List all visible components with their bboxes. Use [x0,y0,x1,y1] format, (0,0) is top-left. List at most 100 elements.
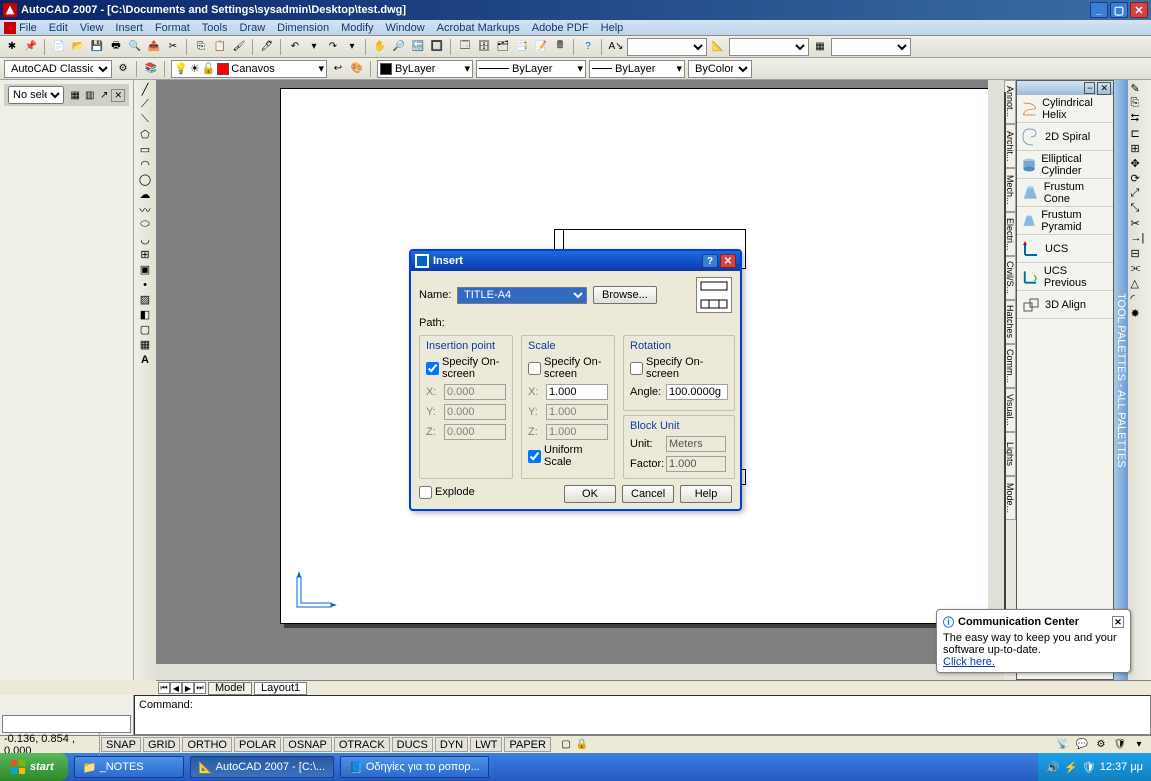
ellipse-arc-icon[interactable]: ◡ [136,232,154,247]
menu-tools[interactable]: Tools [202,22,228,34]
dim-style-icon[interactable]: 📐 [710,39,726,55]
sheet-set-icon[interactable]: 📑 [514,39,530,55]
tray-clock[interactable]: 12:37 μμ [1100,761,1143,773]
vtab-comm[interactable]: Comm... [1004,344,1016,388]
task-word[interactable]: 📘 Οδηγίες για το ροπορ... [340,756,489,778]
vtab-civil[interactable]: Civil/S... [1004,256,1016,300]
text-style-combo[interactable] [627,38,707,56]
palette-item-3dalign[interactable]: 3D Align [1017,291,1113,319]
insert-block-icon[interactable]: ⊞ [136,247,154,262]
table-style-icon[interactable]: ▦ [812,39,828,55]
vtab-electri[interactable]: Electri... [1004,212,1016,256]
mtext-icon[interactable]: A [136,352,154,367]
layer-combo[interactable]: 💡 ☀ 🔓 Canavos ▾ [171,60,327,78]
palette-item-ucs[interactable]: UCS [1017,235,1113,263]
zoom-prev-icon[interactable]: 🔙 [410,39,426,55]
cut-icon[interactable]: ✂ [165,39,181,55]
brush-icon[interactable]: 🖊 [259,39,275,55]
dialog-titlebar[interactable]: Insert ? ✕ [411,251,740,271]
revcloud-icon[interactable]: ☁ [136,187,154,202]
palette-item-cone[interactable]: Frustum Cone [1017,179,1113,207]
status-dyn[interactable]: DYN [435,737,468,752]
dropdown2-icon[interactable]: ▾ [344,39,360,55]
panel-close-icon[interactable]: ✕ [111,89,125,102]
vtab-mech[interactable]: Mech... [1004,168,1016,212]
hatch-icon[interactable]: ▨ [136,292,154,307]
vtab-visual[interactable]: Visual... [1004,388,1016,432]
break-icon[interactable]: ⊟ [1131,247,1149,262]
vtab-annot[interactable]: Annot... [1004,80,1016,124]
customize-icon[interactable]: ✱ [4,39,20,55]
table-icon[interactable]: ▦ [136,337,154,352]
palette-close-icon[interactable]: ✕ [1097,82,1111,95]
stretch-icon[interactable]: ⤡ [1131,202,1149,217]
match-props-icon[interactable]: 🖌 [231,39,247,55]
tray-comm-icon[interactable]: 📡 [1055,737,1071,753]
layout-last-icon[interactable]: ⏭ [194,682,206,694]
vertical-scrollbar[interactable] [988,80,1004,680]
copy-obj-icon[interactable]: ⎘ [1131,97,1149,112]
explode-checkbox[interactable] [419,486,432,499]
vtab-hatches[interactable]: Hatches [1004,300,1016,344]
dropdown-icon[interactable]: ▾ [306,39,322,55]
pan-icon[interactable]: ✋ [372,39,388,55]
start-button[interactable]: start [0,753,68,781]
circle-icon[interactable]: ◯ [136,172,154,187]
scale-x-input[interactable] [546,384,608,400]
task-notes[interactable]: 📁 _NOTES [74,756,184,778]
selection-combo[interactable]: No selection [8,86,64,104]
quick-select-icon[interactable]: ▦ [68,87,82,103]
window-maximize-button[interactable]: ▢ [1110,2,1128,18]
status-ducs[interactable]: DUCS [392,737,433,752]
palette-title-bar[interactable]: TOOL PALETTES - ALL PALETTES [1114,80,1128,680]
cc-close-button[interactable]: ✕ [1112,616,1124,628]
make-block-icon[interactable]: ▣ [136,262,154,277]
select-objects-icon[interactable]: ▥ [82,87,96,103]
markup-icon[interactable]: 📝 [533,39,549,55]
undo-icon[interactable]: ↶ [287,39,303,55]
uniform-scale-checkbox[interactable] [528,450,541,463]
palette-autohide-icon[interactable]: − [1084,82,1095,94]
color-combo[interactable]: ByLayer▾ [377,60,473,78]
toggle-pickadd-icon[interactable]: ↗ [97,87,111,103]
table-style-combo[interactable] [831,38,911,56]
status-otrack[interactable]: OTRACK [334,737,390,752]
move-icon[interactable]: ✥ [1131,157,1149,172]
layout-first-icon[interactable]: ⏮ [158,682,170,694]
xline-icon[interactable]: ⟋ [136,97,154,112]
angle-input[interactable] [666,384,728,400]
menu-view[interactable]: View [80,22,104,34]
spline-icon[interactable]: 〰 [136,202,154,217]
line-icon[interactable]: ╱ [136,82,154,97]
redo-icon[interactable]: ↷ [325,39,341,55]
menu-dimension[interactable]: Dimension [277,22,329,34]
rot-specify-checkbox[interactable] [630,362,643,375]
scale-specify-checkbox[interactable] [528,362,541,375]
zoom-window-icon[interactable]: 🔲 [429,39,445,55]
copy-icon[interactable]: ⎘ [193,39,209,55]
menu-draw[interactable]: Draw [239,22,265,34]
palette-item-helix[interactable]: Cylindrical Helix [1017,95,1113,123]
print-preview-icon[interactable]: 🔍 [127,39,143,55]
tray-balloon-icon[interactable]: 💬 [1074,737,1090,753]
vtab-archit[interactable]: Archit... [1004,124,1016,168]
browse-button[interactable]: Browse... [593,286,657,304]
status-lwt[interactable]: LWT [470,737,502,752]
print-icon[interactable]: 🖶 [108,39,124,55]
status-ortho[interactable]: ORTHO [182,737,232,752]
status-osnap[interactable]: OSNAP [283,737,332,752]
cancel-button[interactable]: Cancel [622,485,674,503]
zoom-realtime-icon[interactable]: 🔎 [391,39,407,55]
vtab-mode[interactable]: Mode... [1004,476,1016,520]
menu-adobepdf[interactable]: Adobe PDF [532,22,589,34]
tray-icon-3[interactable]: 🛡 [1082,761,1096,774]
scale-icon[interactable]: ⤢ [1131,187,1149,202]
help-button[interactable]: Help [680,485,732,503]
linetype-combo[interactable]: ByLayer▾ [476,60,586,78]
layer-match-icon[interactable]: 🎨 [349,61,365,77]
tray-config-icon[interactable]: ▾ [1131,737,1147,753]
palette-item-ucs-prev[interactable]: UCS Previous [1017,263,1113,291]
dialog-close-button[interactable]: ✕ [720,254,736,268]
fillet-icon[interactable]: ◜ [1131,292,1149,307]
palette-item-pyramid[interactable]: Frustum Pyramid [1017,207,1113,235]
